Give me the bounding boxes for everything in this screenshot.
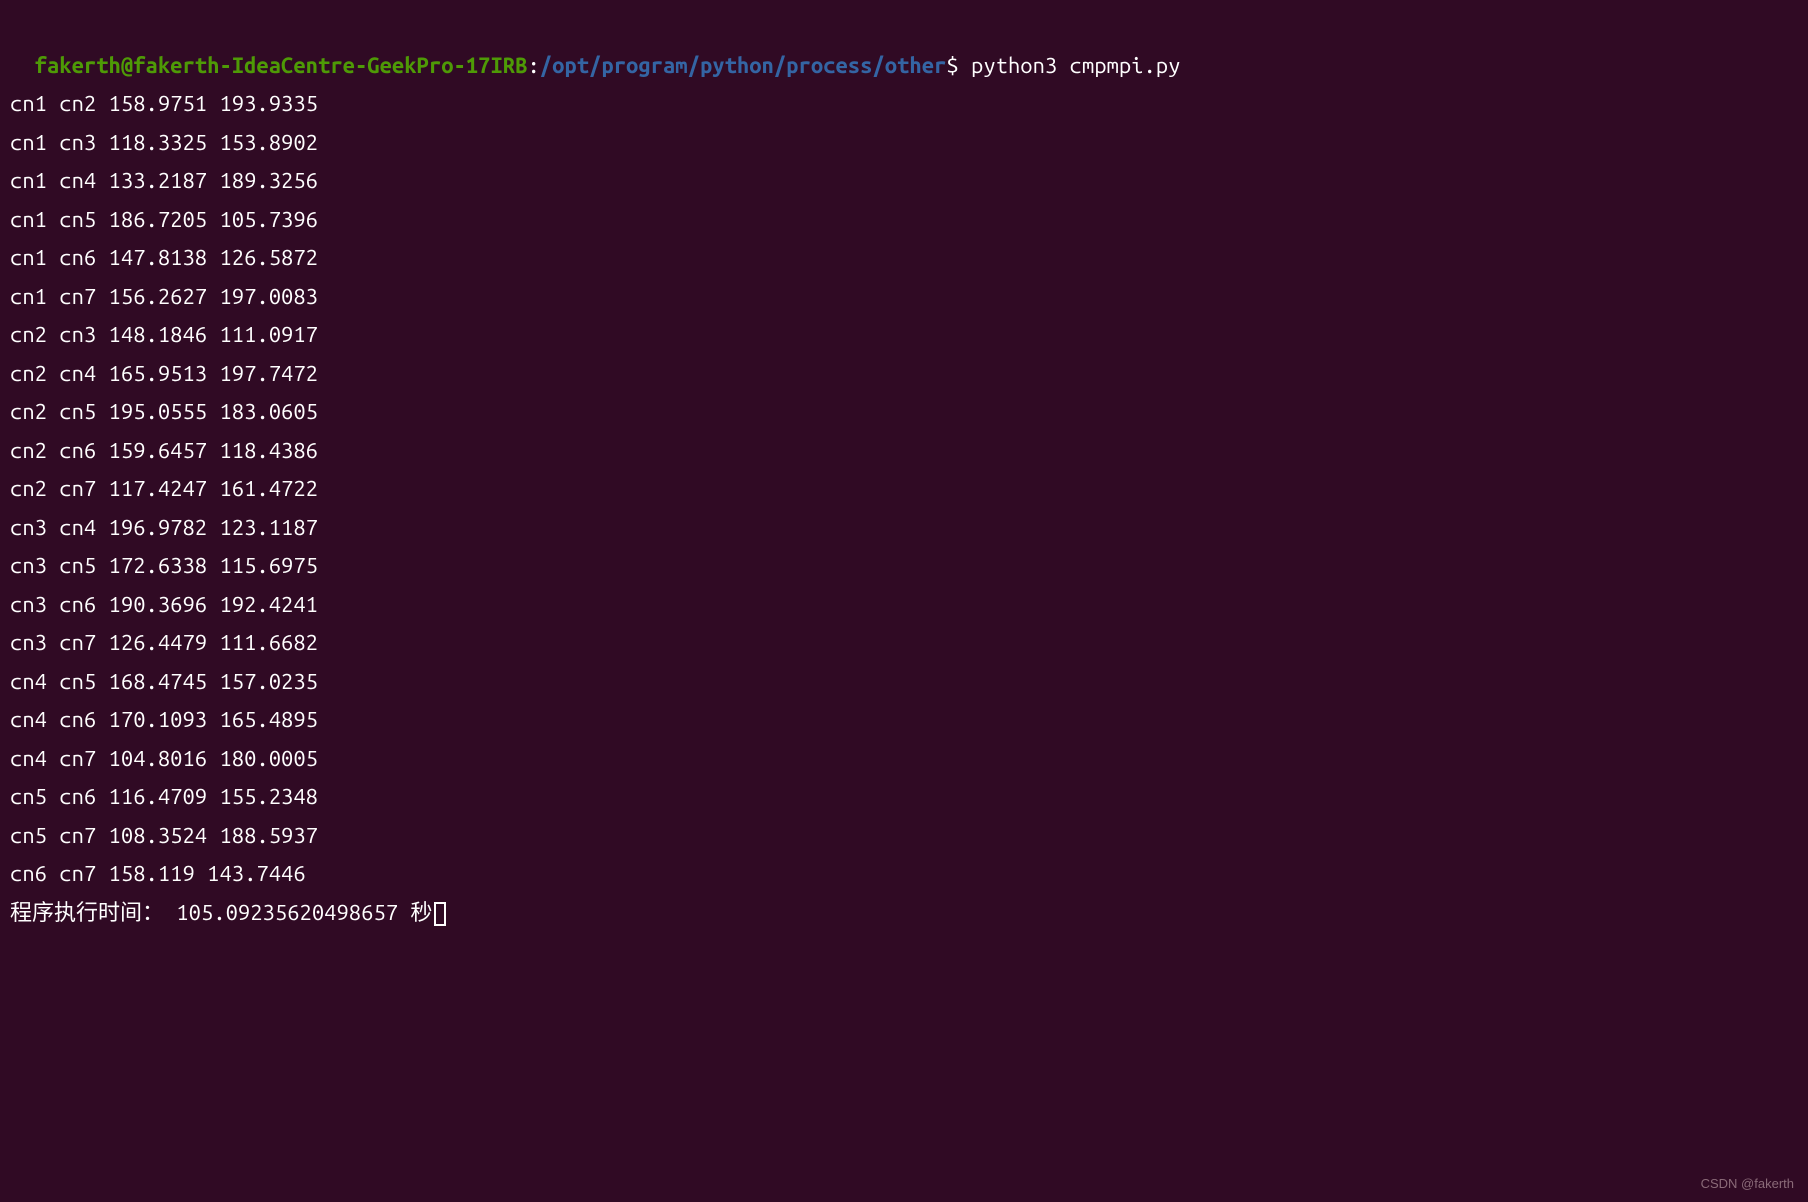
output-line: cn1 cn7 156.2627 197.0083 — [10, 278, 1798, 317]
output-line: cn4 cn6 170.1093 165.4895 — [10, 701, 1798, 740]
prompt-user-host: fakerth@fakerth-IdeaCentre-GeekPro-17IRB — [35, 53, 528, 78]
terminal-output: cn1 cn2 158.9751 193.9335cn1 cn3 118.332… — [10, 85, 1798, 894]
watermark-text: CSDN @fakerth — [1701, 1173, 1794, 1196]
prompt-path: /opt/program/python/process/other — [540, 53, 947, 78]
terminal-prompt-line: fakerth@fakerth-IdeaCentre-GeekPro-17IRB… — [10, 8, 1798, 85]
execution-time-line: 程序执行时间： 105.09235620498657 秒 — [10, 894, 1798, 933]
output-line: cn1 cn3 118.3325 153.8902 — [10, 124, 1798, 163]
output-line: cn1 cn6 147.8138 126.5872 — [10, 239, 1798, 278]
output-line: cn4 cn5 168.4745 157.0235 — [10, 663, 1798, 702]
output-line: cn3 cn5 172.6338 115.6975 — [10, 547, 1798, 586]
output-line: cn3 cn7 126.4479 111.6682 — [10, 624, 1798, 663]
output-line: cn5 cn6 116.4709 155.2348 — [10, 778, 1798, 817]
output-line: cn6 cn7 158.119 143.7446 — [10, 855, 1798, 894]
output-line: cn2 cn3 148.1846 111.0917 — [10, 316, 1798, 355]
output-line: cn1 cn4 133.2187 189.3256 — [10, 162, 1798, 201]
output-line: cn2 cn5 195.0555 183.0605 — [10, 393, 1798, 432]
output-line: cn1 cn2 158.9751 193.9335 — [10, 85, 1798, 124]
prompt-colon: : — [527, 53, 539, 78]
output-line: cn2 cn7 117.4247 161.4722 — [10, 470, 1798, 509]
output-line: cn5 cn7 108.3524 188.5937 — [10, 817, 1798, 856]
prompt-dollar: $ — [946, 53, 958, 78]
output-line: cn3 cn6 190.3696 192.4241 — [10, 586, 1798, 625]
output-line: cn2 cn6 159.6457 118.4386 — [10, 432, 1798, 471]
prompt-command[interactable]: python3 cmpmpi.py — [959, 53, 1181, 78]
output-line: cn4 cn7 104.8016 180.0005 — [10, 740, 1798, 779]
output-line: cn3 cn4 196.9782 123.1187 — [10, 509, 1798, 548]
terminal-cursor — [434, 902, 446, 926]
output-line: cn2 cn4 165.9513 197.7472 — [10, 355, 1798, 394]
output-line: cn1 cn5 186.7205 105.7396 — [10, 201, 1798, 240]
